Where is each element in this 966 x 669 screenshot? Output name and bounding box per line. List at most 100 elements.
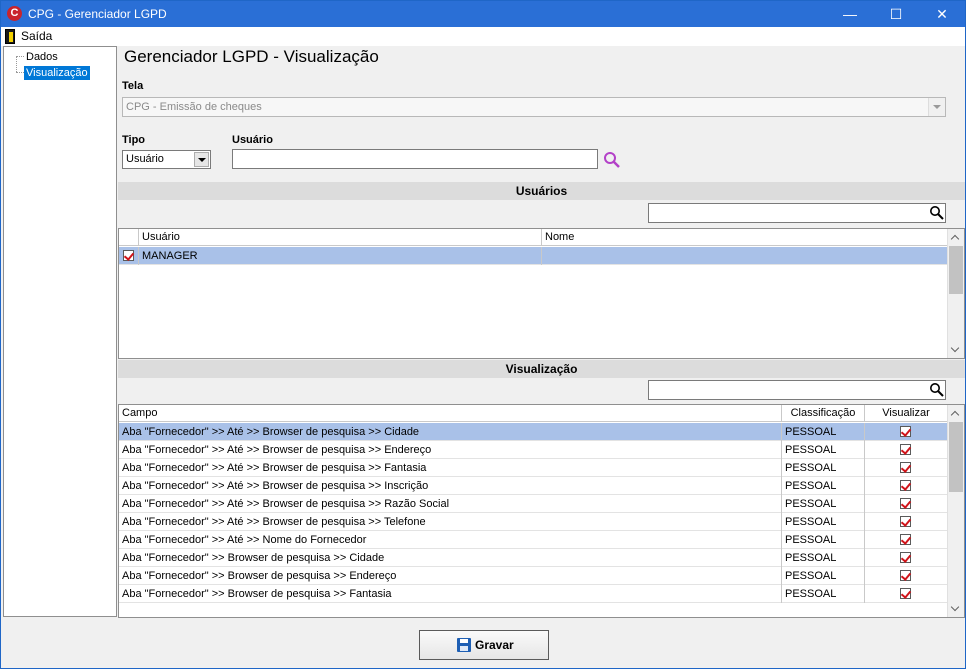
column-header-classificacao[interactable]: Classificação — [782, 405, 865, 422]
cell-visualizar[interactable] — [865, 423, 948, 441]
tipo-label: Tipo — [122, 134, 146, 146]
users-grid-header: Usuário Nome — [119, 229, 948, 246]
table-row[interactable]: Aba "Fornecedor" >> Até >> Nome do Forne… — [119, 531, 948, 549]
cell-classificacao: PESSOAL — [782, 531, 865, 549]
save-button-label: Gravar — [475, 638, 514, 652]
cell-visualizar[interactable] — [865, 531, 948, 549]
visualizar-checkbox[interactable] — [900, 498, 911, 509]
visualizar-checkbox[interactable] — [900, 480, 911, 491]
user-checkbox[interactable] — [123, 250, 134, 261]
navigation-tree: Dados Visualização — [3, 46, 117, 617]
cell-classificacao: PESSOAL — [782, 585, 865, 603]
column-header-visualizar[interactable]: Visualizar — [865, 405, 948, 422]
visualizar-checkbox[interactable] — [900, 534, 911, 545]
cell-visualizar[interactable] — [865, 459, 948, 477]
cell-visualizar[interactable] — [865, 549, 948, 567]
column-header-campo[interactable]: Campo — [119, 405, 782, 422]
menu-exit-label: Saída — [21, 29, 53, 43]
search-icon[interactable] — [929, 382, 944, 397]
save-button[interactable]: Gravar — [419, 630, 549, 660]
scroll-thumb[interactable] — [949, 246, 963, 294]
table-row[interactable]: Aba "Fornecedor" >> Browser de pesquisa … — [119, 549, 948, 567]
cell-campo: Aba "Fornecedor" >> Browser de pesquisa … — [119, 549, 782, 567]
search-icon[interactable] — [929, 205, 944, 220]
users-section-header: Usuários — [118, 182, 965, 200]
table-row[interactable]: Aba "Fornecedor" >> Até >> Browser de pe… — [119, 513, 948, 531]
scroll-up-icon[interactable] — [948, 229, 964, 246]
app-logo-icon: C — [7, 6, 22, 21]
scroll-down-icon[interactable] — [948, 600, 964, 617]
cell-nome — [542, 247, 948, 265]
visualizar-checkbox[interactable] — [900, 570, 911, 581]
tree-connector — [16, 56, 17, 72]
tipo-select-value: Usuário — [126, 153, 164, 165]
table-row[interactable]: Aba "Fornecedor" >> Browser de pesquisa … — [119, 567, 948, 585]
table-row[interactable]: MANAGER — [119, 247, 948, 265]
cell-campo: Aba "Fornecedor" >> Browser de pesquisa … — [119, 585, 782, 603]
window-title: CPG - Gerenciador LGPD — [28, 7, 167, 21]
cell-visualizar[interactable] — [865, 513, 948, 531]
cell-campo: Aba "Fornecedor" >> Até >> Browser de pe… — [119, 477, 782, 495]
title-bar[interactable]: C CPG - Gerenciador LGPD — ☐ ✕ — [1, 1, 965, 27]
cell-classificacao: PESSOAL — [782, 459, 865, 477]
cell-campo: Aba "Fornecedor" >> Até >> Nome do Forne… — [119, 531, 782, 549]
row-check-cell[interactable] — [119, 247, 139, 265]
tipo-select[interactable]: Usuário — [122, 150, 211, 169]
cell-visualizar[interactable] — [865, 441, 948, 459]
table-row[interactable]: Aba "Fornecedor" >> Até >> Browser de pe… — [119, 459, 948, 477]
visualizar-checkbox[interactable] — [900, 588, 911, 599]
cell-classificacao: PESSOAL — [782, 567, 865, 585]
column-header-usuario[interactable]: Usuário — [139, 229, 542, 246]
cell-visualizar[interactable] — [865, 477, 948, 495]
cell-visualizar[interactable] — [865, 567, 948, 585]
view-grid-header: Campo Classificação Visualizar — [119, 405, 948, 422]
cell-campo: Aba "Fornecedor" >> Até >> Browser de pe… — [119, 459, 782, 477]
users-filter-input[interactable] — [648, 203, 946, 223]
usuario-input[interactable] — [232, 149, 598, 169]
cell-campo: Aba "Fornecedor" >> Browser de pesquisa … — [119, 567, 782, 585]
cell-classificacao: PESSOAL — [782, 477, 865, 495]
view-grid-scrollbar[interactable] — [947, 405, 964, 617]
tree-item-dados[interactable]: Dados — [24, 50, 60, 64]
scroll-up-icon[interactable] — [948, 405, 964, 422]
tela-select-value: CPG - Emissão de cheques — [126, 101, 262, 113]
visualizar-checkbox[interactable] — [900, 444, 911, 455]
view-filter-input[interactable] — [648, 380, 946, 400]
view-grid: Campo Classificação Visualizar Aba "Forn… — [118, 404, 965, 618]
column-header-nome[interactable]: Nome — [542, 229, 948, 246]
tela-label: Tela — [122, 80, 144, 92]
scroll-thumb[interactable] — [949, 422, 963, 492]
table-row[interactable]: Aba "Fornecedor" >> Browser de pesquisa … — [119, 585, 948, 603]
visualizar-checkbox[interactable] — [900, 552, 911, 563]
view-section-header: Visualização — [118, 360, 965, 378]
cell-usuario: MANAGER — [139, 247, 542, 265]
table-row[interactable]: Aba "Fornecedor" >> Até >> Browser de pe… — [119, 423, 948, 441]
users-grid-scrollbar[interactable] — [947, 229, 964, 358]
cell-visualizar[interactable] — [865, 495, 948, 513]
visualizar-checkbox[interactable] — [900, 516, 911, 527]
header-check-column — [119, 229, 139, 246]
cell-classificacao: PESSOAL — [782, 513, 865, 531]
search-user-icon[interactable] — [603, 151, 621, 169]
cell-campo: Aba "Fornecedor" >> Até >> Browser de pe… — [119, 423, 782, 441]
table-row[interactable]: Aba "Fornecedor" >> Até >> Browser de pe… — [119, 477, 948, 495]
tree-item-visualizacao[interactable]: Visualização — [24, 66, 90, 80]
visualizar-checkbox[interactable] — [900, 462, 911, 473]
table-row[interactable]: Aba "Fornecedor" >> Até >> Browser de pe… — [119, 441, 948, 459]
visualizar-checkbox[interactable] — [900, 426, 911, 437]
cell-classificacao: PESSOAL — [782, 495, 865, 513]
minimize-button[interactable]: — — [827, 1, 873, 27]
cell-campo: Aba "Fornecedor" >> Até >> Browser de pe… — [119, 513, 782, 531]
users-grid: Usuário Nome MANAGER — [118, 228, 965, 359]
close-button[interactable]: ✕ — [919, 1, 965, 27]
menu-exit[interactable]: Saída — [3, 28, 52, 45]
table-row[interactable]: Aba "Fornecedor" >> Até >> Browser de pe… — [119, 495, 948, 513]
chevron-down-icon — [928, 98, 945, 116]
floppy-disk-icon — [457, 638, 471, 652]
cell-visualizar[interactable] — [865, 585, 948, 603]
main-window: C CPG - Gerenciador LGPD — ☐ ✕ Saída Dad… — [0, 0, 966, 669]
cell-classificacao: PESSOAL — [782, 441, 865, 459]
tela-select[interactable]: CPG - Emissão de cheques — [122, 97, 946, 117]
maximize-button[interactable]: ☐ — [873, 1, 919, 27]
scroll-down-icon[interactable] — [948, 341, 964, 358]
